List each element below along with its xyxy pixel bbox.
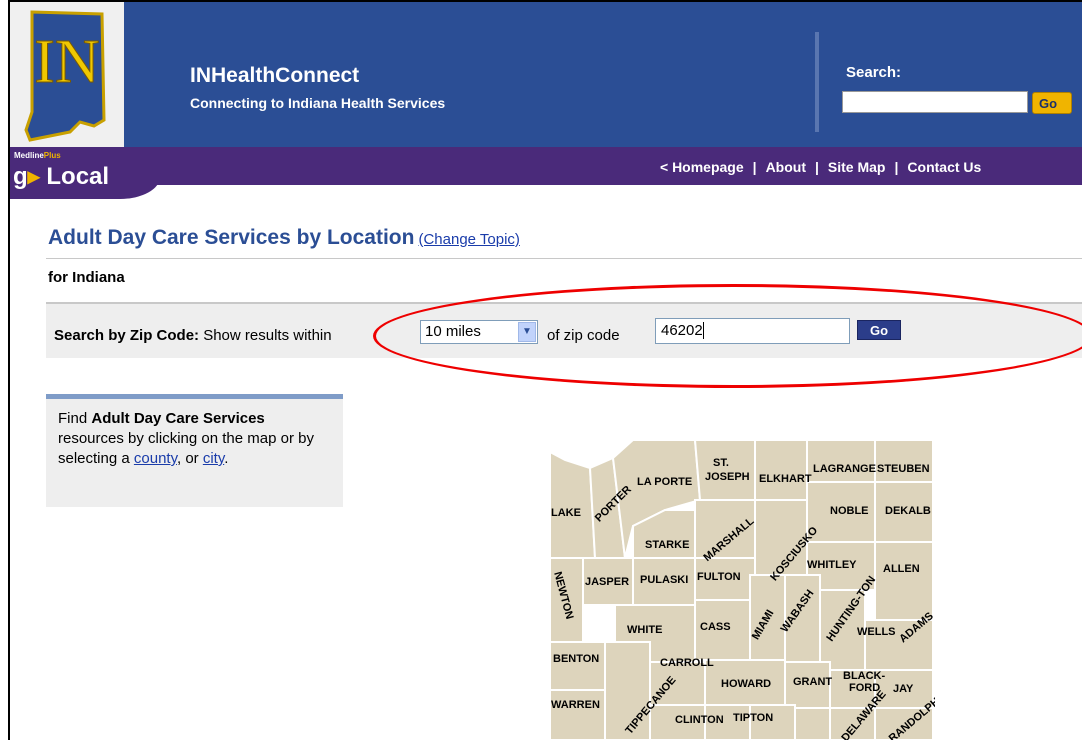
nav-separator: |	[752, 159, 757, 175]
info-box: Find Adult Day Care Services resources b…	[46, 399, 343, 507]
county-label: PULASKI	[640, 574, 688, 586]
medlineplus-label: MedlinePlus	[14, 151, 61, 160]
county-label: WHITE	[627, 624, 662, 636]
site-subtitle: Connecting to Indiana Health Services	[190, 95, 446, 111]
county-label: LA PORTE	[637, 476, 692, 488]
page-title: Adult Day Care Services by Location (Chan…	[48, 226, 520, 249]
county-label: CARROLL	[660, 657, 714, 669]
county-link[interactable]: county	[134, 450, 177, 467]
location-subtitle: for Indiana	[48, 269, 125, 286]
county-label: BENTON	[553, 653, 599, 665]
county-label: ELKHART	[759, 473, 812, 485]
title-rule	[46, 258, 1082, 259]
nav-contact-link[interactable]: Contact Us	[907, 159, 981, 175]
header-divider	[815, 32, 819, 132]
search-go-button[interactable]: Go	[1032, 92, 1072, 114]
county-label: ALLEN	[883, 563, 920, 575]
county-label: STEUBEN	[877, 463, 930, 475]
nav-about-link[interactable]: About	[766, 159, 806, 175]
search-label: Search:	[846, 64, 902, 81]
county-label: DEKALB	[885, 505, 931, 517]
go-local-logo[interactable]: g▸ Local	[13, 162, 109, 191]
county-label: CLINTON	[675, 714, 724, 726]
nav-homepage-link[interactable]: < Homepage	[660, 159, 744, 175]
zip-search-label: Search by Zip Code: Show results within	[54, 327, 332, 344]
city-link[interactable]: city	[203, 450, 224, 467]
county-label: LAGRANGE	[813, 463, 876, 475]
county-label: STARKE	[645, 539, 689, 551]
indiana-shape-icon: IN	[24, 10, 106, 142]
county-label: LAKE	[551, 507, 581, 519]
county-label: BLACK-	[843, 670, 885, 682]
nav-separator: |	[815, 159, 819, 175]
county-label: WHITLEY	[807, 559, 857, 571]
change-topic-link[interactable]: (Change Topic)	[418, 231, 519, 248]
search-input[interactable]	[842, 91, 1028, 113]
county-label: GRANT	[793, 676, 832, 688]
county-label: HOWARD	[721, 678, 771, 690]
nav-separator: |	[894, 159, 899, 175]
county-label: FULTON	[697, 571, 741, 583]
county-label: JASPER	[585, 576, 629, 588]
county-label: NOBLE	[830, 505, 869, 517]
county-label: CASS	[700, 621, 731, 633]
county-label: WARREN	[551, 699, 600, 711]
red-highlight-ellipse	[373, 284, 1082, 388]
nav-sitemap-link[interactable]: Site Map	[828, 159, 886, 175]
county-label: WELLS	[857, 626, 896, 638]
indiana-logo[interactable]: IN	[10, 2, 124, 147]
county-label: TIPTON	[733, 712, 773, 724]
site-header	[10, 2, 1082, 147]
county-label: JAY	[893, 683, 914, 695]
logo-text: IN	[34, 28, 99, 96]
county-label: ST.	[713, 457, 729, 469]
browser-frame: IN INHealthConnect Connecting to Indiana…	[8, 0, 1082, 740]
go-arrow-icon: ▸	[27, 163, 40, 190]
county-label: JOSEPH	[705, 471, 750, 483]
nav-bar-underside	[10, 185, 1082, 207]
indiana-county-map[interactable]: LAKE PORTER LA PORTE ST. JOSEPH ELKHART …	[545, 430, 935, 740]
site-title[interactable]: INHealthConnect	[190, 64, 359, 88]
top-nav: < Homepage | About | Site Map | Contact Us	[660, 159, 981, 175]
